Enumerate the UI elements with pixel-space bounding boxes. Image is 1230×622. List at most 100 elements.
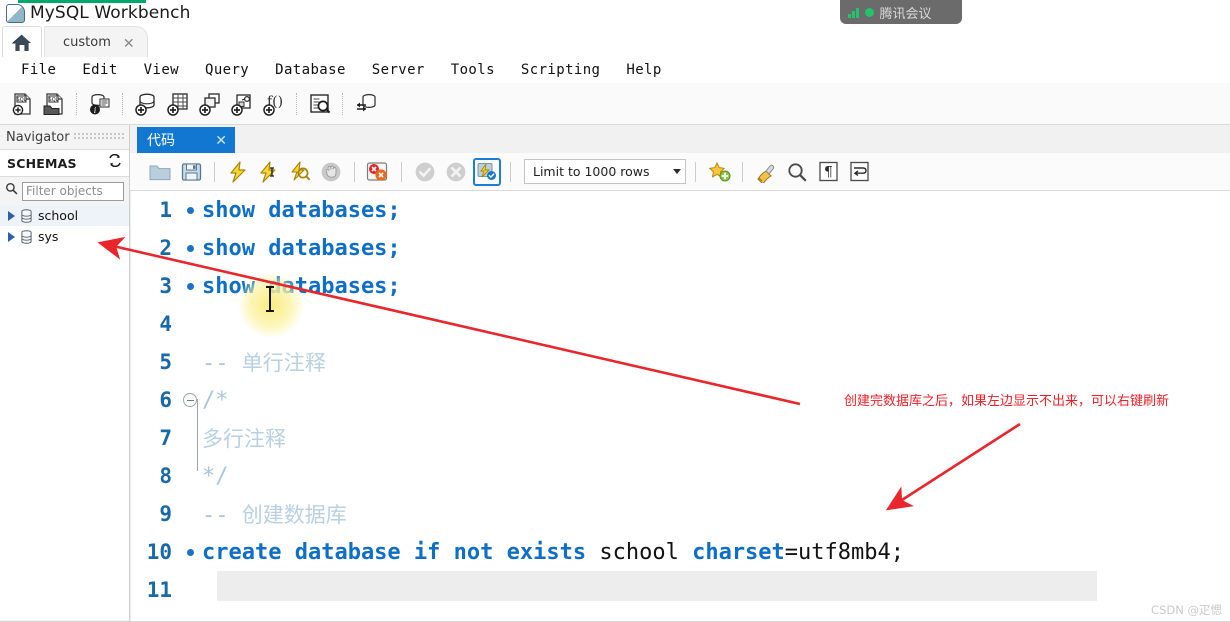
code-token: create database if not exists: [202, 539, 600, 565]
code-line[interactable]: 10 create database if not exists school c…: [130, 533, 1230, 571]
execute-all-icon[interactable]: [224, 158, 252, 186]
code-line[interactable]: 3 show databases;: [130, 267, 1230, 305]
code-token: show databases;: [202, 235, 401, 261]
create-view-icon[interactable]: [195, 88, 225, 120]
code-line[interactable]: 1 show databases;: [130, 191, 1230, 229]
code-line[interactable]: 5 -- 单行注释: [130, 343, 1230, 381]
code-line[interactable]: 7 多行注释: [130, 419, 1230, 457]
create-table-icon[interactable]: [163, 88, 193, 120]
create-procedure-icon[interactable]: [227, 88, 257, 120]
toggle-stop-on-error-icon[interactable]: [364, 158, 392, 186]
refresh-icon[interactable]: [108, 153, 122, 172]
line-number: 2: [159, 236, 172, 260]
beautify-sql-icon[interactable]: [752, 158, 780, 186]
inspect-schema-icon[interactable]: [305, 88, 335, 120]
mysql-dolphin-icon: [4, 3, 26, 23]
code-line-text: /*: [202, 388, 229, 413]
commit-icon[interactable]: [411, 158, 439, 186]
menu-item-edit[interactable]: Edit: [69, 60, 130, 80]
create-schema-icon[interactable]: [131, 88, 161, 120]
menu-item-scripting[interactable]: Scripting: [508, 60, 613, 80]
toolbar-separator: [354, 161, 355, 182]
close-icon[interactable]: ✕: [123, 36, 135, 50]
green-status-dot: [864, 7, 874, 17]
schema-row-sys[interactable]: sys: [0, 226, 129, 247]
code-token: 创建数据库: [241, 503, 347, 527]
triangle-right-icon[interactable]: [8, 210, 15, 221]
chevron-down-icon[interactable]: [673, 169, 681, 174]
code-token: /*: [202, 387, 229, 413]
code-line[interactable]: 2 show databases;: [130, 229, 1230, 267]
code-token: --: [202, 351, 242, 376]
code-line-text: show databases;: [202, 274, 401, 299]
stop-execution-icon[interactable]: [317, 158, 345, 186]
toolbar-separator: [296, 92, 298, 115]
line-number: 5: [159, 350, 172, 374]
window-title-bar: MySQL Workbench: [0, 0, 1230, 25]
code-line-text: show databases;: [202, 198, 401, 223]
toolbar-separator: [510, 161, 511, 182]
rollback-icon[interactable]: [442, 158, 470, 186]
create-function-icon[interactable]: f(): [259, 88, 289, 120]
code-token: charset: [692, 539, 785, 565]
editor-tab-custom[interactable]: custom ✕: [44, 26, 148, 58]
save-snippet-icon[interactable]: [705, 158, 733, 186]
code-token: =utf8mb4;: [784, 539, 905, 565]
code-line-text: */: [202, 464, 229, 489]
toolbar-separator: [401, 161, 402, 182]
code-line[interactable]: 11: [130, 571, 1230, 609]
menu-item-help[interactable]: Help: [613, 60, 674, 80]
schema-row-school[interactable]: school: [0, 205, 129, 226]
toolbar-separator: [742, 161, 743, 182]
home-tab[interactable]: [2, 26, 42, 58]
menu-item-query[interactable]: Query: [192, 60, 262, 80]
navigator-panel: Navigator SCHEMAS Filter objects school …: [0, 125, 130, 622]
menu-item-view[interactable]: View: [131, 60, 192, 80]
tencent-meeting-widget[interactable]: 腾讯会议: [840, 0, 962, 24]
signal-bars-icon: [848, 7, 859, 18]
new-sql-file-icon[interactable]: SQL: [7, 88, 37, 120]
code-line-text: -- 创建数据库: [202, 499, 347, 529]
open-sql-file-icon[interactable]: SQL: [39, 88, 69, 120]
explain-plan-icon[interactable]: [286, 158, 314, 186]
menu-item-tools[interactable]: Tools: [438, 60, 508, 80]
code-line-text: -- 单行注释: [202, 347, 326, 377]
toggle-autocommit-icon[interactable]: [473, 157, 501, 186]
menu-item-file[interactable]: File: [8, 60, 69, 80]
execute-current-statement-icon[interactable]: [255, 158, 283, 186]
code-token: school: [599, 539, 693, 565]
toolbar-separator: [214, 161, 215, 182]
line-number: 7: [159, 426, 172, 450]
line-number: 1: [159, 198, 172, 222]
code-line[interactable]: 9 -- 创建数据库: [130, 495, 1230, 533]
svg-text:¶: ¶: [824, 165, 833, 181]
toggle-word-wrap-icon[interactable]: [845, 158, 873, 186]
menu-bar: File Edit View Query Database Server Too…: [0, 57, 1230, 83]
schemas-section-title: SCHEMAS: [7, 155, 77, 171]
code-line[interactable]: 4: [130, 305, 1230, 343]
filter-objects-input[interactable]: Filter objects: [22, 181, 124, 201]
schemas-section-header[interactable]: SCHEMAS: [0, 149, 129, 177]
close-icon[interactable]: ✕: [215, 133, 227, 147]
sql-editor-tab[interactable]: 代码 ✕: [137, 127, 235, 153]
main-toolbar: SQL SQL i f(): [0, 83, 1230, 125]
reconnect-server-icon[interactable]: [351, 88, 381, 120]
menu-item-database[interactable]: Database: [262, 60, 359, 80]
triangle-right-icon[interactable]: [8, 231, 15, 242]
line-number: 9: [159, 502, 172, 526]
connection-info-icon[interactable]: i: [85, 88, 115, 120]
code-token: show databases;: [202, 273, 401, 299]
fold-collapse-icon[interactable]: [178, 393, 202, 407]
toolbar-separator: [122, 92, 124, 115]
find-icon[interactable]: [783, 158, 811, 186]
row-limit-dropdown[interactable]: Limit to 1000 rows: [524, 159, 686, 184]
open-script-icon[interactable]: [146, 158, 174, 186]
line-number: 8: [159, 464, 172, 488]
statement-marker-dot: [178, 282, 202, 290]
code-line[interactable]: 8 */: [130, 457, 1230, 495]
menu-item-server[interactable]: Server: [359, 60, 438, 80]
csdn-watermark: CSDN @疋愢: [1151, 603, 1222, 617]
save-script-icon[interactable]: [177, 158, 205, 186]
toolbar-separator: [342, 92, 344, 115]
toggle-invisible-chars-icon[interactable]: ¶: [814, 158, 842, 186]
